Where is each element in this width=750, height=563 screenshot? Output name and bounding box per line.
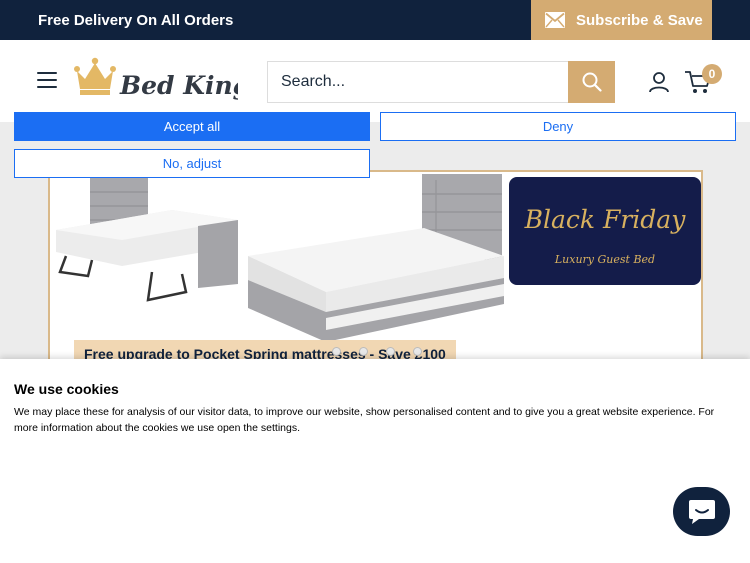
crown-icon	[74, 57, 116, 95]
black-friday-headline: Black Friday	[524, 205, 686, 234]
search-icon	[582, 72, 602, 92]
site-logo[interactable]: Bed Kings	[74, 57, 239, 105]
slider-dot-4[interactable]	[413, 347, 422, 356]
adjust-cookies-button[interactable]: No, adjust	[14, 149, 370, 178]
slider-dot-1[interactable]	[332, 347, 341, 356]
slider-dot-2[interactable]	[359, 347, 368, 356]
site-header: Bed Kings 0	[0, 40, 750, 122]
user-icon[interactable]	[648, 71, 670, 93]
cart-count-badge: 0	[702, 64, 722, 84]
svg-text:Bed Kings: Bed Kings	[119, 71, 238, 100]
slider-dot-3[interactable]	[386, 347, 395, 356]
deny-button[interactable]: Deny	[380, 112, 736, 141]
chat-button[interactable]	[673, 487, 730, 536]
menu-icon[interactable]	[37, 72, 57, 88]
slider-dots	[332, 347, 422, 356]
search-bar	[267, 61, 615, 103]
mail-icon	[545, 12, 565, 28]
accept-all-button[interactable]: Accept all	[14, 112, 370, 141]
search-input[interactable]	[267, 61, 568, 103]
black-friday-badge: Black Friday Luxury Guest Bed	[509, 177, 701, 285]
subscribe-label: Subscribe & Save	[576, 11, 703, 29]
logo-wordmark: Bed Kings	[119, 71, 238, 100]
cookie-title: We use cookies	[14, 381, 119, 397]
cookie-consent-dialog: We use cookies We may place these for an…	[0, 359, 750, 563]
subscribe-button[interactable]: Subscribe & Save	[531, 0, 712, 40]
cookie-description: We may place these for analysis of our v…	[14, 406, 715, 434]
guest-bed-image-main	[248, 174, 504, 342]
guest-bed-image-small	[56, 178, 238, 302]
chat-icon	[688, 499, 715, 524]
free-delivery-text: Free Delivery On All Orders	[38, 12, 234, 29]
search-button[interactable]	[568, 61, 615, 103]
hero-banner[interactable]: Black Friday Luxury Guest Bed Free upgra…	[48, 170, 703, 370]
announcement-bar: Free Delivery On All Orders Subscribe & …	[0, 0, 750, 40]
black-friday-subheadline: Luxury Guest Bed	[554, 253, 656, 266]
